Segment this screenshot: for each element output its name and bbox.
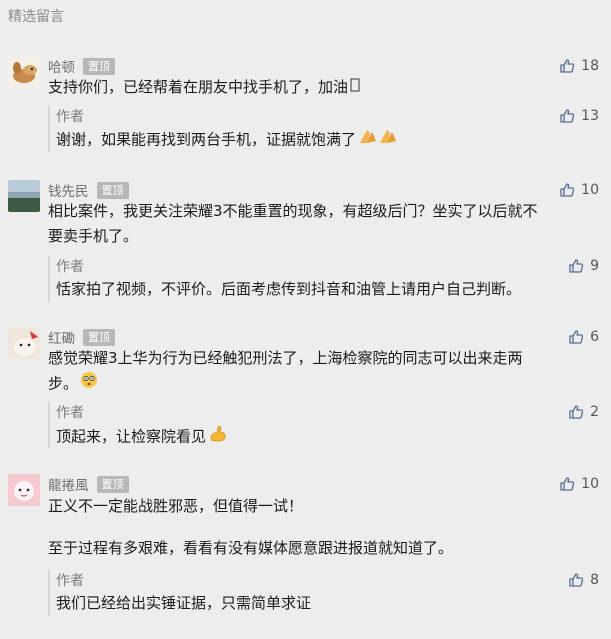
section-title: 精选留言 xyxy=(8,9,64,25)
reply-author-label: 作者 xyxy=(56,573,84,589)
thumbs-up-icon xyxy=(568,258,584,274)
like-button[interactable]: 6 xyxy=(568,327,599,347)
like-count: 6 xyxy=(590,329,599,345)
reply-text: 谢谢，如果能再找到两台手机，证据就饱满了 xyxy=(56,130,357,149)
like-count: 2 xyxy=(590,404,599,420)
like-button[interactable]: 18 xyxy=(559,56,599,76)
reply-author-label: 作者 xyxy=(56,259,84,275)
commenter-name[interactable]: 红磡 xyxy=(48,327,75,347)
comment-item: 哈顿 置顶 18 支持你们，已经帮着在朋友中找手机了，加油 作者 13 谢谢，如… xyxy=(0,56,611,156)
comment-item: 钱先民 置顶 10 相比案件，我更关注荣耀3不能重置的现象，有超级后门？坐实了以… xyxy=(0,180,611,305)
like-count: 10 xyxy=(581,182,599,198)
thumbs-up-icon xyxy=(568,329,584,345)
emoji-icon xyxy=(350,75,360,100)
reply-text: 我们已经给出实锤证据，只需简单求证 xyxy=(56,594,312,612)
avatar[interactable] xyxy=(8,180,40,212)
comment-text: 正义不一定能战胜邪恶，但值得一试！ 至于过程有多艰难，看看有没有媒体愿意跟进报道… xyxy=(48,494,599,561)
reply-text: 恬家拍了视频，不评价。后面考虑传到抖音和油管上请用户自己判断。 xyxy=(56,280,522,298)
commenter-name[interactable]: 龍捲風 xyxy=(48,474,89,494)
comment-text-line: 感觉荣耀3上华为行为已经触犯刑法了，上海检察院的同志可以出来走两 xyxy=(48,349,523,367)
like-count: 10 xyxy=(581,476,599,492)
thumbs-up-icon xyxy=(568,572,584,588)
pinned-badge: 置顶 xyxy=(96,181,129,199)
avatar[interactable] xyxy=(8,327,40,359)
pinned-badge: 置顶 xyxy=(83,328,115,346)
reply-author-label: 作者 xyxy=(56,109,84,125)
pinned-badge: 置顶 xyxy=(83,57,115,75)
thumbs-up-icon xyxy=(559,182,575,198)
comment-text-line xyxy=(48,519,599,536)
reply-like-button[interactable]: 13 xyxy=(559,106,599,126)
comment-text-line: 正义不一定能战胜邪恶，但值得一试！ xyxy=(48,497,304,515)
comment-text: 感觉荣耀3上华为行为已经触犯刑法了，上海检察院的同志可以出来走两 步。 xyxy=(48,346,599,397)
thumbs-up-icon xyxy=(568,404,584,420)
comment-text-line: 步。 xyxy=(48,374,79,393)
comment-text-line: 要卖手机了。 xyxy=(48,227,139,245)
like-count: 8 xyxy=(590,572,599,588)
commenter-name[interactable]: 哈顿 xyxy=(48,56,75,76)
comment-item: 红磡 置顶 6 感觉荣耀3上华为行为已经触犯刑法了，上海检察院的同志可以出来走两… xyxy=(0,327,611,452)
author-reply: 作者 13 谢谢，如果能再找到两台手机，证据就饱满了 xyxy=(48,106,599,152)
reply-like-button[interactable]: 8 xyxy=(568,570,599,590)
commenter-name[interactable]: 钱先民 xyxy=(48,180,89,200)
dizzy-face-emoji xyxy=(80,371,98,397)
avatar[interactable] xyxy=(8,56,40,88)
author-reply: 作者 2 顶起来，让检察院看见 xyxy=(48,402,599,448)
like-count: 9 xyxy=(590,258,599,274)
author-reply: 作者 9 恬家拍了视频，不评价。后面考虑传到抖音和油管上请用户自己判断。 xyxy=(48,256,599,302)
comment-text: 支持你们，已经帮着在朋友中找手机了，加油 xyxy=(48,78,349,96)
comment-item: 龍捲風 置顶 10 正义不一定能战胜邪恶，但值得一试！ 至于过程有多艰难，看看有… xyxy=(0,474,611,639)
flexed-biceps-emoji xyxy=(208,423,228,451)
pinned-badge: 置顶 xyxy=(96,475,129,493)
praying-hands-emoji xyxy=(358,127,398,153)
reply-author-label: 作者 xyxy=(56,405,84,421)
reply-text: 顶起来，让检察院看见 xyxy=(56,427,207,446)
reply-like-button[interactable]: 9 xyxy=(568,256,599,276)
thumbs-up-icon xyxy=(559,108,575,124)
avatar[interactable] xyxy=(8,474,40,506)
author-reply: 作者 8 我们已经给出实锤证据，只需简单求证 xyxy=(48,570,599,616)
comment-text-line: 至于过程有多艰难，看看有没有媒体愿意跟进报道就知道了。 xyxy=(48,539,454,557)
like-count: 18 xyxy=(581,58,599,74)
comment-text-line: 相比案件，我更关注荣耀3不能重置的现象，有超级后门？坐实了以后就不 xyxy=(48,202,538,220)
reply-like-button[interactable]: 2 xyxy=(568,402,599,422)
like-count: 13 xyxy=(581,108,599,124)
like-button[interactable]: 10 xyxy=(559,474,599,494)
thumbs-up-icon xyxy=(559,476,575,492)
comment-text: 相比案件，我更关注荣耀3不能重置的现象，有超级后门？坐实了以后就不 要卖手机了。 xyxy=(48,199,599,249)
thumbs-up-icon xyxy=(559,58,575,74)
like-button[interactable]: 10 xyxy=(559,180,599,200)
